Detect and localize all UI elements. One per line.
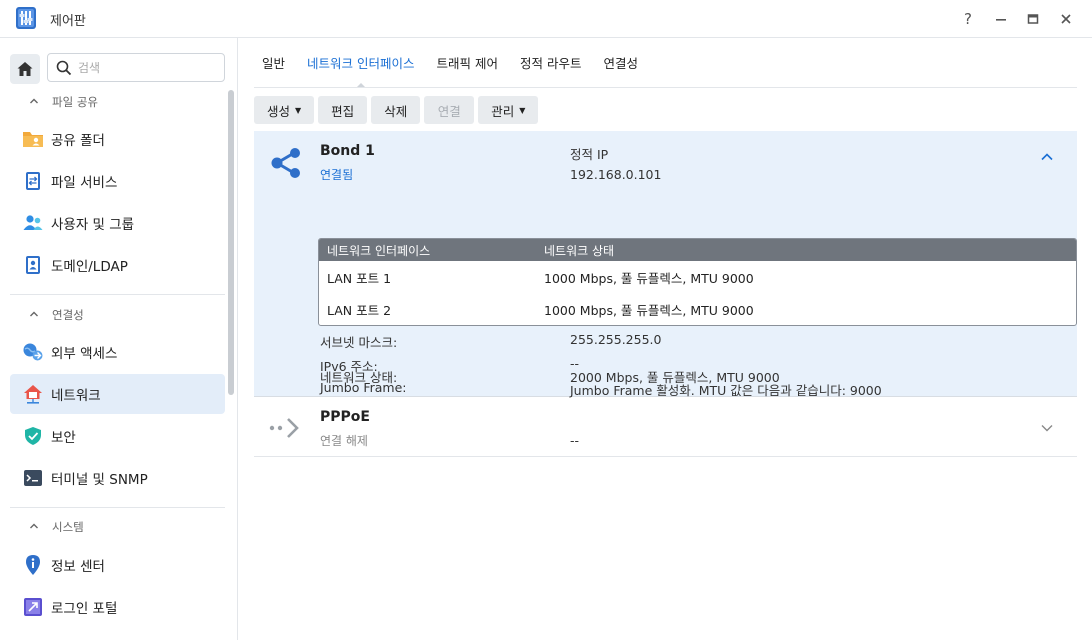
tab-traffic-control[interactable]: 트래픽 제어 xyxy=(426,38,509,88)
tab-bar: 일반 네트워크 인터페이스 트래픽 제어 정적 라우트 연결성 xyxy=(254,38,649,88)
ip-address: 192.168.0.101 xyxy=(570,167,662,182)
interface-name: Bond 1 xyxy=(320,143,375,159)
home-button[interactable] xyxy=(10,54,40,84)
sidebar-item-security[interactable]: 보안 xyxy=(10,416,225,456)
sidebar: 파일 공유 공유 폴더 파일 서비스 xyxy=(0,38,238,640)
sidebar-item-terminal-snmp[interactable]: 터미널 및 SNMP xyxy=(10,458,225,498)
section-title: 시스템 xyxy=(52,520,84,534)
caret-down-icon: ▼ xyxy=(295,105,302,115)
sidebar-scrollbar[interactable] xyxy=(228,90,234,395)
sidebar-item-user-group[interactable]: 사용자 및 그룹 xyxy=(10,203,225,243)
toolbar: 생성 ▼ 편집 삭제 연결 관리 ▼ xyxy=(254,96,539,124)
bond-members-table: 네트워크 인터페이스 네트워크 상태 LAN 포트 1 1000 Mbps, 풀… xyxy=(318,238,1077,326)
expand-button[interactable] xyxy=(1039,420,1055,436)
caret-down-icon: ▼ xyxy=(519,105,526,115)
terminal-icon xyxy=(22,467,44,489)
interface-pppoe[interactable]: PPPoE 연결 해제 -- xyxy=(254,398,1077,457)
sidebar-item-external-access[interactable]: 외부 액세스 xyxy=(10,332,225,372)
maximize-button[interactable] xyxy=(1021,7,1045,31)
detail-value: 2000 Mbps, 풀 듀플렉스, MTU 9000 xyxy=(570,370,780,385)
interface-status: 연결됨 xyxy=(320,168,354,182)
shield-icon xyxy=(22,425,44,447)
search-box[interactable] xyxy=(47,53,225,82)
section-title: 연결성 xyxy=(52,308,84,322)
delete-button[interactable]: 삭제 xyxy=(371,96,421,124)
edit-button[interactable]: 편집 xyxy=(318,96,368,124)
ip-type: 정적 IP xyxy=(570,147,609,162)
ip-address: -- xyxy=(570,433,580,448)
network-icon xyxy=(22,383,44,405)
chevron-up-icon xyxy=(1041,153,1053,161)
create-button[interactable]: 생성 ▼ xyxy=(254,96,315,124)
sidebar-item-info-center[interactable]: 정보 센터 xyxy=(10,545,225,585)
domain-ldap-icon xyxy=(22,254,44,276)
close-button[interactable] xyxy=(1054,7,1078,31)
tab-general[interactable]: 일반 xyxy=(254,38,296,88)
home-icon xyxy=(17,62,33,76)
section-header-file-sharing[interactable]: 파일 공유 xyxy=(10,90,225,114)
tab-connectivity[interactable]: 연결성 xyxy=(592,38,649,88)
interface-name: PPPoE xyxy=(320,409,370,425)
section-header-system[interactable]: 시스템 xyxy=(10,515,225,539)
control-panel-app-icon xyxy=(14,6,38,30)
sidebar-item-file-services[interactable]: 파일 서비스 xyxy=(10,161,225,201)
tab-divider xyxy=(254,87,1077,88)
sidebar-item-login-portal[interactable]: 로그인 포털 xyxy=(10,587,225,627)
section-title: 파일 공유 xyxy=(52,95,98,109)
login-portal-icon xyxy=(22,596,44,618)
pppoe-dots-arrow-icon xyxy=(268,410,304,446)
window-title: 제어판 xyxy=(50,14,86,29)
detail-label: 서브넷 마스크: xyxy=(320,335,398,350)
search-icon xyxy=(56,60,72,75)
chevron-up-icon xyxy=(24,96,44,109)
interface-status: 연결 해제 xyxy=(320,434,368,448)
title-bar: 제어판 ? xyxy=(0,0,1092,38)
section-header-connectivity[interactable]: 연결성 xyxy=(10,303,225,327)
table-header: 네트워크 인터페이스 네트워크 상태 xyxy=(319,239,1076,261)
sidebar-item-domain-ldap[interactable]: 도메인/LDAP xyxy=(10,245,225,285)
main-content: 일반 네트워크 인터페이스 트래픽 제어 정적 라우트 연결성 생성 ▼ 편집 … xyxy=(239,38,1092,640)
bond-share-icon xyxy=(268,145,304,181)
chevron-up-icon xyxy=(24,309,44,322)
table-row[interactable]: LAN 포트 1 1000 Mbps, 풀 듀플렉스, MTU 9000 xyxy=(319,261,1076,293)
table-row[interactable]: LAN 포트 2 1000 Mbps, 풀 듀플렉스, MTU 9000 xyxy=(319,293,1076,325)
chevron-up-icon xyxy=(24,521,44,534)
external-access-icon xyxy=(22,341,44,363)
info-center-icon xyxy=(22,554,44,576)
minimize-button[interactable] xyxy=(989,7,1013,31)
section-divider xyxy=(10,294,225,295)
detail-value: 255.255.255.0 xyxy=(570,332,662,347)
collapse-button[interactable] xyxy=(1039,149,1055,165)
interface-bond1[interactable]: Bond 1 연결됨 정적 IP 192.168.0.101 네트워크 인터페이… xyxy=(254,131,1077,398)
shared-folder-icon xyxy=(22,128,44,150)
detail-label: 네트워크 상태: xyxy=(320,370,398,385)
help-button[interactable]: ? xyxy=(956,7,980,31)
manage-button[interactable]: 관리 ▼ xyxy=(478,96,539,124)
sidebar-item-network[interactable]: 네트워크 xyxy=(10,374,225,414)
user-group-icon xyxy=(22,212,44,234)
tab-network-interface[interactable]: 네트워크 인터페이스 xyxy=(296,38,425,88)
sidebar-item-shared-folder[interactable]: 공유 폴더 xyxy=(10,119,225,159)
connect-button[interactable]: 연결 xyxy=(424,96,475,124)
tab-static-route[interactable]: 정적 라우트 xyxy=(509,38,592,88)
section-divider xyxy=(10,507,225,508)
chevron-down-icon xyxy=(1041,425,1053,432)
search-input[interactable] xyxy=(78,60,218,75)
file-services-icon xyxy=(22,170,44,192)
